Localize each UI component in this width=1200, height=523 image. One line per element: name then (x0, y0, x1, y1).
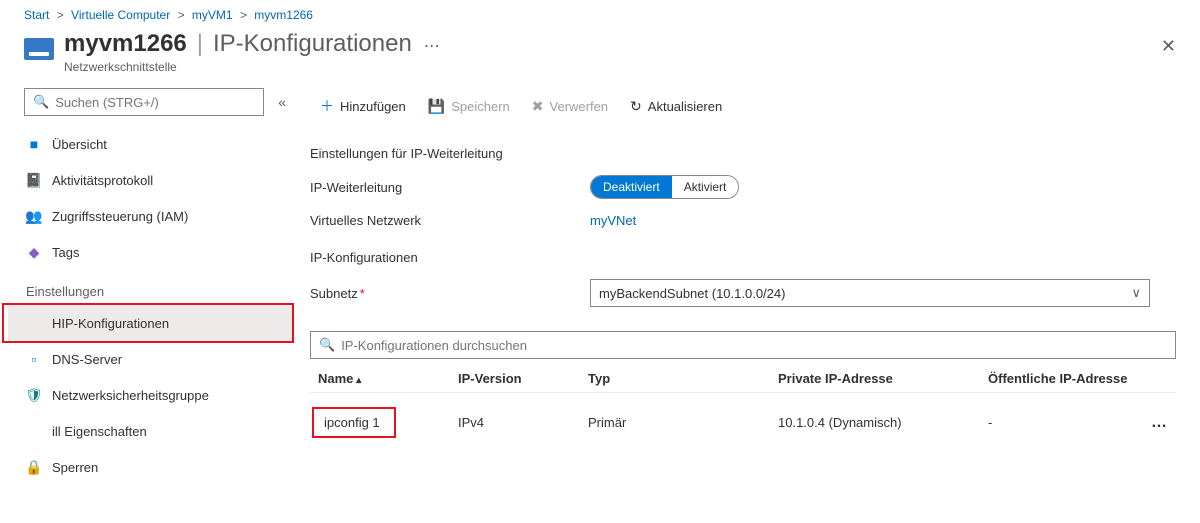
refresh-button-label: Aktualisieren (648, 99, 722, 114)
col-type[interactable]: Typ (588, 371, 778, 386)
shield-icon: 🛡 (26, 387, 42, 403)
sidebar-item-locks[interactable]: 🔒 Sperren (8, 449, 294, 485)
tags-icon: ◆ (26, 244, 42, 260)
col-name[interactable]: Name (318, 371, 458, 386)
sidebar-item-label: Tags (52, 245, 79, 260)
discard-button[interactable]: ✖ Verwerfen (522, 94, 618, 119)
sidebar-item-label: DNS-Server (52, 352, 122, 367)
page-header: myvm1266 | IP-Konfigurationen ⋯ Netzwerk… (0, 26, 1200, 82)
command-bar: ＋ Hinzufügen 💾 Speichern ✖ Verwerfen ↻ A… (310, 88, 1176, 124)
activity-log-icon: 📓 (26, 172, 42, 188)
sidebar-item-label: HIP-Konfigurationen (52, 316, 169, 331)
ip-forwarding-label: IP-Weiterleitung (310, 180, 590, 195)
table-header-row: Name IP-Version Typ Private IP-Adresse Ö… (310, 365, 1176, 393)
sidebar-item-label: Aktivitätsprotokoll (52, 173, 153, 188)
row-more-icon[interactable]: … (1128, 414, 1168, 432)
chevron-right-icon: > (57, 8, 64, 22)
sidebar-item-tags[interactable]: ◆ Tags (8, 234, 294, 270)
main-content: ＋ Hinzufügen 💾 Speichern ✖ Verwerfen ↻ A… (294, 82, 1200, 485)
ip-configurations-section-title: IP-Konfigurationen (310, 250, 1176, 265)
sidebar-item-iam[interactable]: 👥 Zugriffssteuerung (IAM) (8, 198, 294, 234)
table-row[interactable]: ipconfig 1 IPv4 Primär 10.1.0.4 (Dynamis… (310, 393, 1176, 452)
breadcrumb: Start > Virtuelle Computer > myVM1 > myv… (0, 0, 1200, 26)
sidebar-item-label: Sperren (52, 460, 98, 475)
lock-icon: 🔒 (26, 459, 42, 475)
sidebar-search-input[interactable] (55, 95, 255, 110)
sidebar-item-label: Netzwerksicherheitsgruppe (52, 388, 209, 403)
add-button[interactable]: ＋ Hinzufügen (310, 92, 416, 120)
cell-ip-version: IPv4 (458, 415, 588, 430)
network-interface-icon (24, 38, 54, 60)
cell-private-ip: 10.1.0.4 (Dynamisch) (778, 415, 988, 430)
plus-icon: ＋ (320, 96, 334, 116)
breadcrumb-virtual-computers[interactable]: Virtuelle Computer (71, 8, 170, 22)
ip-config-icon (26, 315, 42, 331)
sidebar-item-ip-configurations[interactable]: HIP-Konfigurationen (8, 305, 294, 341)
ip-config-search[interactable]: 🔍 (310, 331, 1176, 359)
sidebar-section-settings: Einstellungen (8, 270, 294, 305)
toggle-enabled[interactable]: Aktiviert (672, 176, 739, 198)
sidebar-item-nsg[interactable]: 🛡 Netzwerksicherheitsgruppe (8, 377, 294, 413)
save-button[interactable]: 💾 Speichern (418, 94, 520, 119)
ip-forwarding-toggle[interactable]: Deaktiviert Aktiviert (590, 175, 739, 199)
blade-title: IP-Konfigurationen (213, 30, 412, 58)
sidebar: 🔍 « ■ Übersicht 📓 Aktivitätsprotokoll 👥 … (0, 82, 294, 485)
sidebar-search[interactable]: 🔍 (24, 88, 264, 116)
sidebar-item-dns-servers[interactable]: ▫ DNS-Server (8, 341, 294, 377)
breadcrumb-start[interactable]: Start (24, 8, 49, 22)
subnet-select[interactable]: myBackendSubnet (10.1.0.0/24) ∨ (590, 279, 1150, 307)
highlight-box: ipconfig 1 (312, 407, 396, 438)
overview-icon: ■ (26, 136, 42, 152)
toggle-disabled[interactable]: Deaktiviert (591, 176, 672, 198)
sidebar-item-activity-log[interactable]: 📓 Aktivitätsprotokoll (8, 162, 294, 198)
breadcrumb-nic[interactable]: myvm1266 (254, 8, 313, 22)
chevron-down-icon: ∨ (1131, 285, 1141, 301)
discard-icon: ✖ (532, 98, 544, 115)
sidebar-item-properties[interactable]: ill Eigenschaften (8, 413, 294, 449)
ip-forwarding-section-title: Einstellungen für IP-Weiterleitung (310, 146, 1176, 161)
chevron-right-icon: > (178, 8, 185, 22)
chevron-right-icon: > (240, 8, 247, 22)
cell-name: ipconfig 1 (324, 415, 380, 430)
sidebar-item-label: Zugriffssteuerung (IAM) (52, 209, 188, 224)
collapse-sidebar-icon[interactable]: « (278, 94, 286, 110)
col-public-ip[interactable]: Öffentliche IP-Adresse (988, 371, 1128, 386)
more-options-icon[interactable]: ⋯ (424, 36, 440, 56)
subnet-select-value: myBackendSubnet (10.1.0.0/24) (599, 286, 785, 301)
cell-type: Primär (588, 415, 778, 430)
sidebar-item-label: ill Eigenschaften (52, 424, 147, 439)
resource-type: Netzwerkschnittstelle (64, 60, 440, 74)
cell-public-ip: - (988, 415, 1128, 430)
col-ip-version[interactable]: IP-Version (458, 371, 588, 386)
close-button[interactable]: ✕ (1161, 36, 1176, 57)
required-marker: * (360, 286, 365, 301)
dns-icon: ▫ (26, 351, 42, 367)
ip-config-search-input[interactable] (341, 338, 1167, 353)
subnet-label: Subnetz* (310, 286, 590, 301)
sidebar-item-label: Übersicht (52, 137, 107, 152)
virtual-network-link[interactable]: myVNet (590, 213, 636, 228)
sidebar-item-overview[interactable]: ■ Übersicht (8, 126, 294, 162)
search-icon: 🔍 (319, 337, 335, 353)
iam-icon: 👥 (26, 208, 42, 224)
discard-button-label: Verwerfen (550, 99, 609, 114)
resource-name: myvm1266 (64, 30, 187, 58)
refresh-icon: ↻ (630, 98, 642, 115)
properties-icon (26, 423, 42, 439)
title-separator: | (197, 30, 203, 58)
ip-config-table: Name IP-Version Typ Private IP-Adresse Ö… (310, 365, 1176, 452)
save-button-label: Speichern (451, 99, 510, 114)
virtual-network-label: Virtuelles Netzwerk (310, 213, 590, 228)
save-icon: 💾 (428, 98, 445, 115)
breadcrumb-vm[interactable]: myVM1 (192, 8, 233, 22)
refresh-button[interactable]: ↻ Aktualisieren (620, 94, 732, 119)
col-private-ip[interactable]: Private IP-Adresse (778, 371, 988, 386)
add-button-label: Hinzufügen (340, 99, 406, 114)
search-icon: 🔍 (33, 94, 49, 110)
